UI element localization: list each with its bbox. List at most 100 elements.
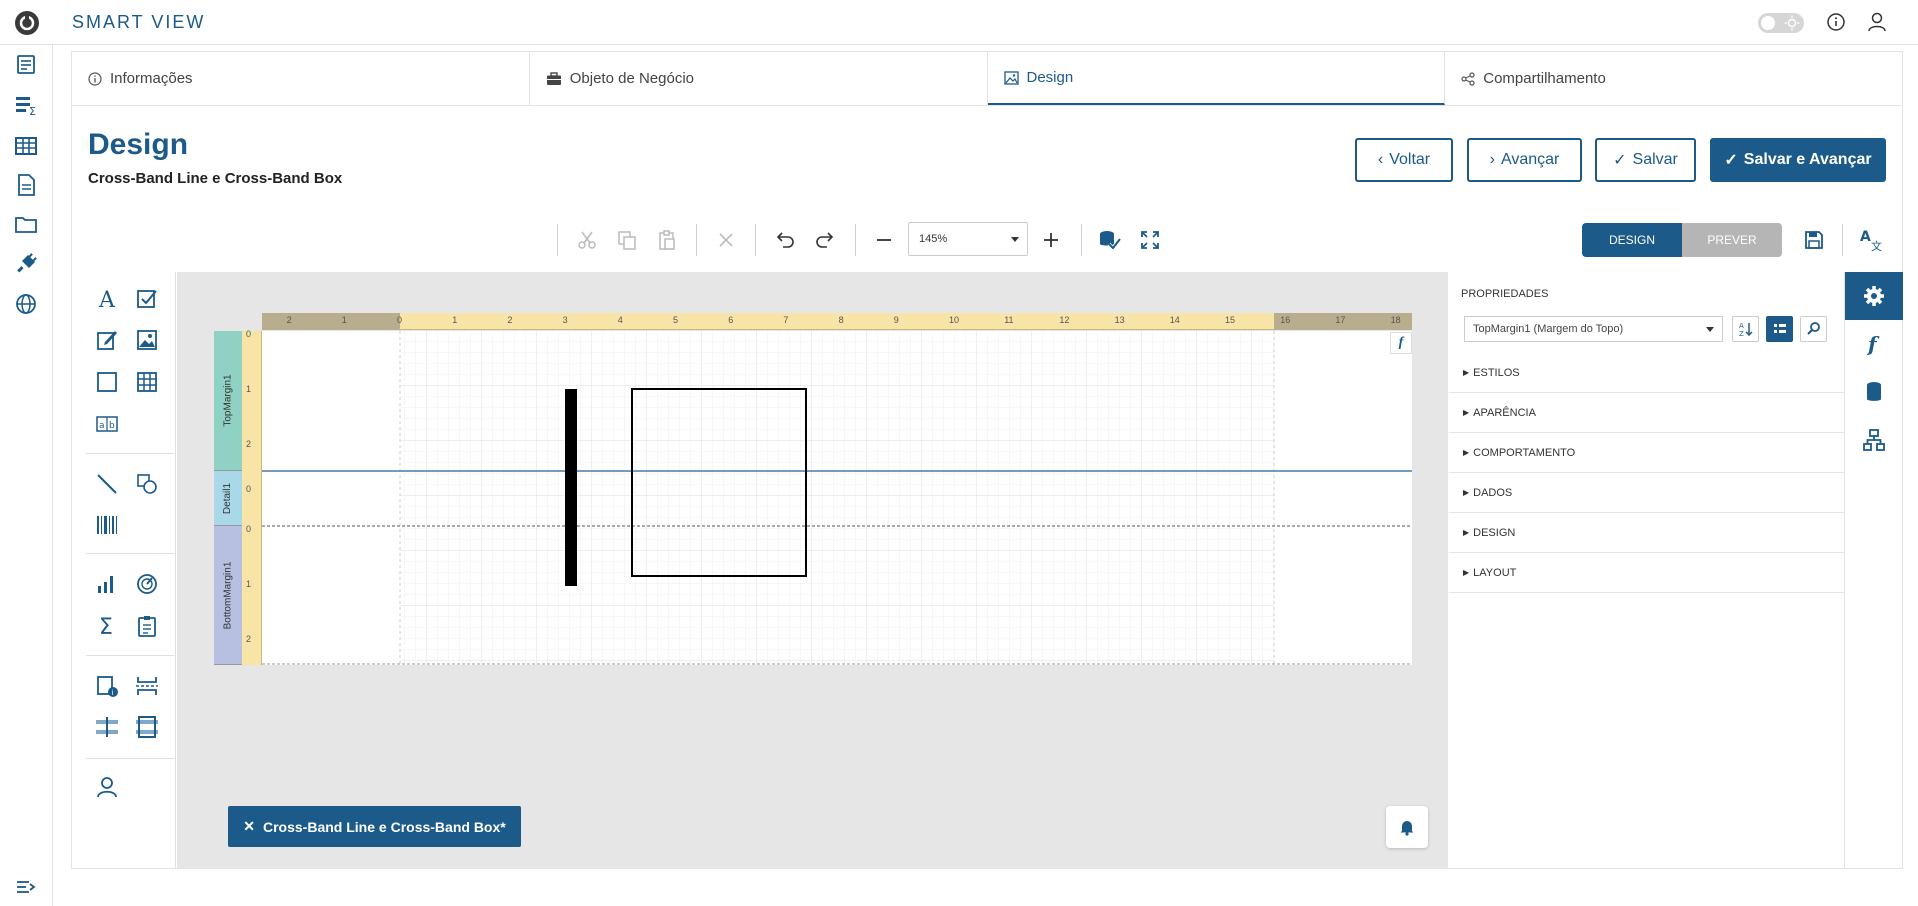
- check-icon: ✓: [1613, 152, 1627, 169]
- save-button[interactable]: ✓ Salvar: [1595, 138, 1696, 182]
- sun-icon: [1784, 15, 1800, 31]
- gear-icon: [1864, 286, 1884, 306]
- section-label: LAYOUT: [1473, 566, 1517, 579]
- checkbox-tool-icon[interactable]: [132, 284, 162, 314]
- line-tool-icon[interactable]: [92, 469, 122, 499]
- svg-text:Z: Z: [1739, 330, 1744, 337]
- section-dados[interactable]: ▶ DADOS: [1449, 473, 1844, 513]
- redo-icon[interactable]: [811, 222, 839, 258]
- panel-tool-icon[interactable]: [92, 367, 122, 397]
- paste-icon[interactable]: [653, 222, 681, 258]
- section-estilos[interactable]: ▶ ESTILOS: [1449, 353, 1844, 393]
- tab-label: Informações: [110, 70, 193, 87]
- tab-objeto-de-negocio[interactable]: Objeto de Negócio: [530, 52, 988, 105]
- properties-tab[interactable]: [1845, 272, 1903, 320]
- richtext-tool-icon[interactable]: [92, 325, 122, 355]
- app-logo-icon[interactable]: [14, 10, 40, 36]
- section-design[interactable]: ▶ DESIGN: [1449, 513, 1844, 553]
- subreport-tool-icon[interactable]: [132, 611, 162, 641]
- page-subtitle: Cross-Band Line e Cross-Band Box: [88, 170, 343, 187]
- zoom-in-icon[interactable]: [1037, 222, 1065, 258]
- svg-text:Σ: Σ: [29, 105, 36, 118]
- fullscreen-icon[interactable]: [1136, 222, 1164, 258]
- summary-list-icon[interactable]: Σ: [13, 92, 39, 118]
- tab-design[interactable]: Design: [987, 52, 1446, 105]
- picture-tool-icon[interactable]: [132, 325, 162, 355]
- user-tool-icon[interactable]: [92, 772, 122, 802]
- band-detail[interactable]: Detail1: [214, 471, 242, 526]
- ruler-tick-label: 2: [286, 315, 292, 325]
- cut-icon[interactable]: [573, 222, 601, 258]
- ruler-tick-label: 0: [397, 315, 403, 325]
- localization-icon[interactable]: A文: [1858, 222, 1886, 258]
- datasource-tab[interactable]: [1845, 368, 1903, 416]
- section-label: DADOS: [1473, 486, 1513, 499]
- ruler-tick-label: 6: [728, 315, 734, 325]
- page-info-tool-icon[interactable]: i: [92, 671, 122, 701]
- undo-icon[interactable]: [771, 222, 799, 258]
- band-topmargin[interactable]: TopMargin1: [214, 331, 242, 471]
- next-button[interactable]: › Avançar: [1467, 138, 1582, 182]
- table-tool-icon[interactable]: [132, 367, 162, 397]
- cross-band-line[interactable]: [565, 389, 577, 586]
- folder-icon[interactable]: [13, 211, 39, 237]
- report-icon[interactable]: [13, 52, 39, 78]
- report-explorer-tab[interactable]: [1845, 416, 1903, 464]
- page-break-tool-icon[interactable]: [132, 671, 162, 701]
- character-comb-tool-icon[interactable]: ab: [92, 409, 122, 439]
- section-comportamento[interactable]: ▶ COMPORTAMENTO: [1449, 433, 1844, 473]
- save-disk-icon[interactable]: [1800, 222, 1828, 258]
- function-icon[interactable]: f: [1390, 332, 1412, 354]
- tab-informacoes[interactable]: Informações: [72, 52, 530, 105]
- preview-mode-button[interactable]: PREVER: [1682, 223, 1782, 257]
- gauge-tool-icon[interactable]: [132, 569, 162, 599]
- plug-icon[interactable]: [13, 251, 39, 277]
- sigma-tool-icon[interactable]: Σ: [92, 611, 122, 641]
- close-icon[interactable]: ✕: [243, 818, 255, 835]
- sort-az-button[interactable]: AZ: [1732, 316, 1759, 342]
- info-icon[interactable]: [1826, 12, 1846, 32]
- copy-icon[interactable]: [613, 222, 641, 258]
- theme-toggle[interactable]: [1758, 13, 1804, 33]
- expand-menu-icon[interactable]: [13, 874, 39, 900]
- tab-compartilhamento[interactable]: Compartilhamento: [1445, 52, 1902, 105]
- ruler-tick-label: 7: [783, 315, 789, 325]
- save-and-next-button[interactable]: ✓ Salvar e Avançar: [1710, 138, 1886, 182]
- app-header: [0, 0, 1918, 45]
- report-page[interactable]: [262, 331, 1412, 665]
- notifications-button[interactable]: [1386, 806, 1428, 848]
- table-icon[interactable]: [13, 133, 39, 159]
- categorized-button[interactable]: [1766, 316, 1793, 342]
- section-aparencia[interactable]: ▶ APARÊNCIA: [1449, 393, 1844, 433]
- section-layout[interactable]: ▶ LAYOUT: [1449, 553, 1844, 593]
- search-properties-button[interactable]: [1800, 316, 1827, 342]
- horizontal-ruler: 2 1 0 1 2 3 4 5 6 7 8 9 10 11 12 13 14 15 16 17 18: [262, 313, 1412, 330]
- ruler-tick-label: 10: [949, 315, 960, 325]
- back-button[interactable]: ‹ Voltar: [1355, 138, 1453, 182]
- component-select[interactable]: TopMargin1 (Margem do Topo): [1464, 316, 1723, 342]
- barcode-tool-icon[interactable]: [92, 510, 122, 540]
- zoom-out-icon[interactable]: [870, 222, 898, 258]
- tab-label: Objeto de Negócio: [569, 70, 694, 87]
- document-icon[interactable]: [13, 172, 39, 198]
- band-bottommargin[interactable]: BottomMargin1: [214, 526, 242, 665]
- ruler-tick-label: 14: [1169, 315, 1180, 325]
- delete-icon[interactable]: [712, 222, 740, 258]
- validate-bindings-icon[interactable]: [1096, 222, 1124, 258]
- expressions-tab[interactable]: f: [1845, 320, 1903, 368]
- chart-tool-icon[interactable]: [92, 569, 122, 599]
- shape-tool-icon[interactable]: [132, 469, 162, 499]
- cross-band-line-tool-icon[interactable]: [92, 712, 122, 742]
- svg-text:Σ: Σ: [99, 615, 113, 638]
- user-icon[interactable]: [1866, 11, 1888, 33]
- globe-icon[interactable]: [13, 291, 39, 317]
- ruler-tick-label: 5: [673, 315, 679, 325]
- zoom-select[interactable]: 145%: [908, 222, 1028, 256]
- cross-band-box-tool-icon[interactable]: [132, 712, 162, 742]
- label-tool-icon[interactable]: A: [92, 284, 122, 314]
- selected-component: TopMargin1 (Margem do Topo): [1473, 323, 1624, 335]
- chevron-down-icon: [1706, 327, 1714, 332]
- report-document-tab[interactable]: ✕ Cross-Band Line e Cross-Band Box*: [228, 806, 521, 847]
- design-mode-button[interactable]: DESIGN: [1582, 223, 1682, 257]
- svg-text:f: f: [1866, 332, 1880, 356]
